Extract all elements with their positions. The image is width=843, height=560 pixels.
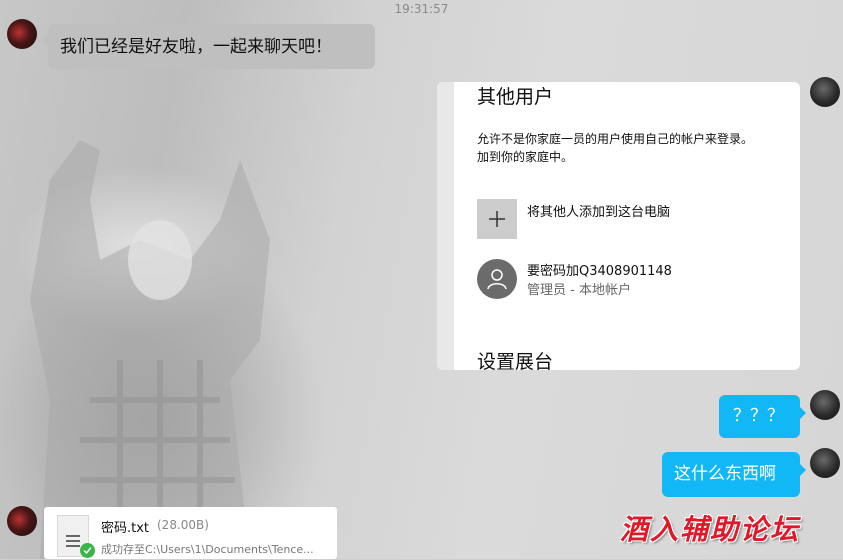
sent-message-bubble[interactable]: 这什么东西啊 [662, 452, 806, 497]
file-name[interactable]: 密码.txt [101, 517, 149, 536]
received-message-bubble[interactable]: 我们已经是好友啦，一起来聊天吧！ [42, 24, 375, 69]
plus-icon [489, 211, 505, 227]
other-users-description: 允许不是你家庭一员的用户使用自己的帐户来登录。 加到你的家庭中。 [477, 132, 754, 164]
file-save-status: 成功存至C:\Users\1\Documents\Tence... [101, 543, 314, 556]
sent-message-bubble[interactable]: ？？？ [719, 395, 806, 438]
kiosk-heading: 设置展台 [477, 351, 554, 370]
contact-avatar[interactable] [7, 506, 37, 536]
file-size: (28.00B) [157, 518, 209, 532]
my-avatar[interactable] [810, 390, 840, 420]
person-icon [487, 269, 507, 290]
user-account-role: 管理员 - 本地帐户 [527, 283, 631, 298]
file-message[interactable]: 密码.txt (28.00B) 成功存至C:\Users\1\Documents… [44, 507, 337, 559]
message-timestamp: 19:31:57 [394, 2, 449, 16]
user-account-name[interactable]: 要密码加Q3408901148 [527, 260, 672, 279]
background-person-photo [30, 140, 270, 559]
add-user-button[interactable] [477, 199, 517, 239]
my-avatar[interactable] [810, 448, 840, 478]
screenshot-image-message[interactable]: 其他用户 允许不是你家庭一员的用户使用自己的帐户来登录。 加到你的家庭中。 将其… [437, 82, 800, 370]
forum-watermark: 酒入辅助论坛 [620, 513, 801, 546]
contact-avatar[interactable] [7, 19, 37, 49]
my-avatar[interactable] [810, 77, 840, 107]
checkmark-icon [80, 543, 95, 558]
other-users-heading: 其他用户 [477, 86, 554, 108]
add-user-label[interactable]: 将其他人添加到这台电脑 [527, 201, 670, 220]
settings-sidebar-edge [437, 82, 454, 370]
user-account-icon[interactable] [477, 259, 517, 299]
